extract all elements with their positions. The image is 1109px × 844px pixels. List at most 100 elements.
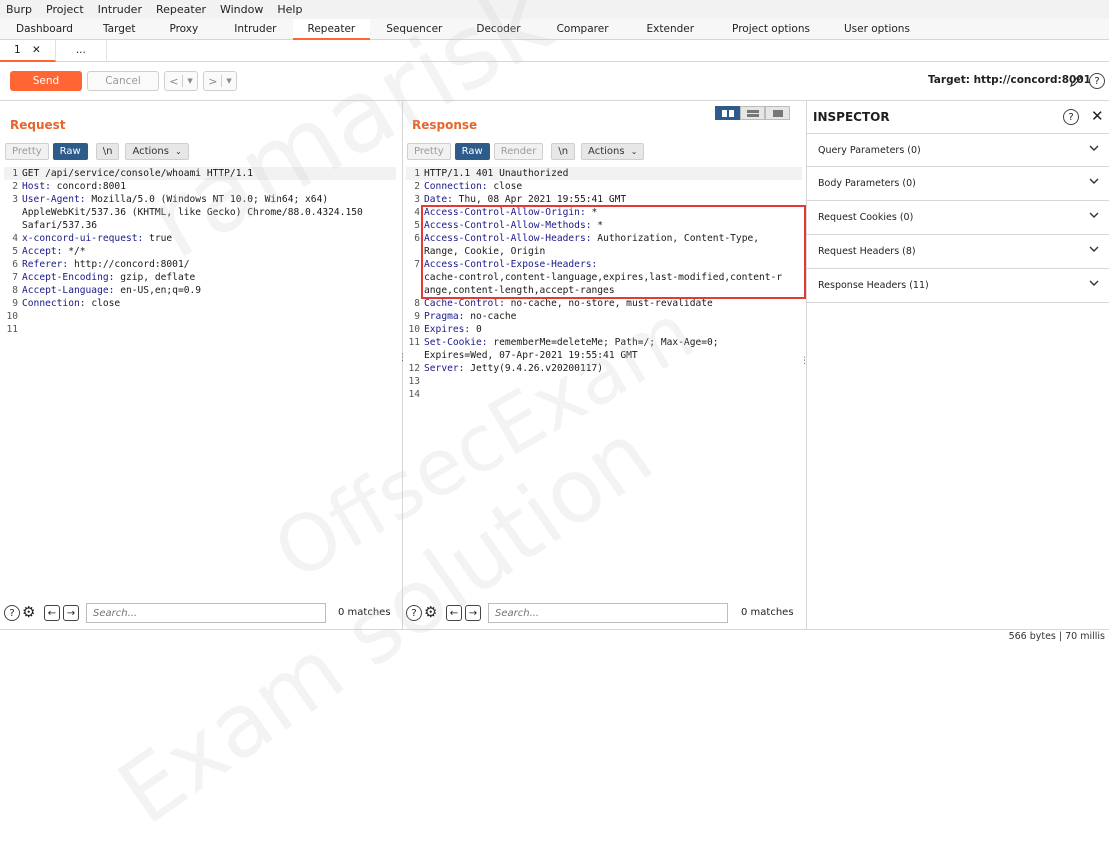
inspector-response-headers[interactable]: Response Headers (11) [807, 269, 1109, 303]
tab-intruder[interactable]: Intruder [218, 19, 292, 40]
tab-decoder[interactable]: Decoder [458, 19, 538, 40]
history-back-button[interactable]: < ▼ [164, 71, 198, 91]
header-value: Jetty(9.4.26.v20200117) [464, 363, 604, 374]
editor-line: 14 [406, 388, 802, 401]
header-name: Date: [424, 194, 453, 205]
menu-help[interactable]: Help [277, 3, 302, 16]
header-value: gzip, deflate [114, 272, 196, 283]
history-forward-button[interactable]: > ▼ [203, 71, 237, 91]
repeater-tab-1[interactable]: 1 ✕ [0, 40, 56, 62]
request-editor[interactable]: 1 GET /api/service/console/whoami HTTP/1.… [4, 167, 396, 336]
section-label: Body Parameters (0) [818, 178, 916, 189]
section-label: Request Cookies (0) [818, 212, 914, 223]
line-number: 4 [414, 207, 420, 218]
repeater-tab-new[interactable]: ... [56, 40, 107, 62]
menu-intruder[interactable]: Intruder [98, 3, 142, 16]
header-value: Expires=Wed, 07-Apr-2021 19:55:41 GMT [424, 350, 638, 361]
section-label: Response Headers (11) [818, 280, 929, 291]
settings-gear-icon[interactable]: ⚙ [424, 603, 437, 621]
raw-button[interactable]: Raw [454, 143, 490, 160]
tab-proxy[interactable]: Proxy [149, 19, 218, 40]
chevron-down-icon: ▼ [226, 77, 232, 85]
line-number: 8 [12, 285, 18, 296]
tab-dashboard[interactable]: Dashboard [0, 19, 89, 40]
raw-button[interactable]: Raw [52, 143, 88, 160]
inspector-query-params[interactable]: Query Parameters (0) [807, 133, 1109, 167]
header-name: Set-Cookie: [424, 337, 488, 348]
line-number: 3 [12, 194, 18, 205]
layout-tabs-icon[interactable] [765, 106, 790, 120]
cancel-button[interactable]: Cancel [87, 71, 159, 91]
tab-repeater[interactable]: Repeater [292, 19, 371, 40]
help-icon[interactable]: ? [1063, 109, 1079, 125]
menu-window[interactable]: Window [220, 3, 263, 16]
tab-sequencer[interactable]: Sequencer [370, 19, 458, 40]
header-value: http://concord:8001/ [68, 259, 190, 270]
tab-user-options[interactable]: User options [828, 19, 926, 40]
chevron-down-icon [1089, 211, 1099, 222]
layout-split-icon[interactable] [715, 106, 740, 120]
menu-project[interactable]: Project [46, 3, 84, 16]
target-label: Target: http://concord:8001 [928, 74, 1091, 86]
help-icon[interactable]: ? [406, 605, 422, 621]
send-button[interactable]: Send [10, 71, 82, 91]
header-name: Connection: [424, 181, 488, 192]
actions-button[interactable]: Actions ⌄ [125, 143, 189, 160]
header-value: Safari/537.36 [22, 220, 98, 231]
line-number: 3 [414, 194, 420, 205]
menu-burp[interactable]: Burp [6, 3, 32, 16]
tab-project-options[interactable]: Project options [714, 19, 828, 40]
next-match-icon[interactable]: → [63, 605, 79, 621]
previous-match-icon[interactable]: ← [446, 605, 462, 621]
settings-gear-icon[interactable]: ⚙ [22, 603, 35, 621]
status-divider [0, 629, 1109, 630]
line-number: 11 [408, 337, 420, 348]
header-value: en-US,en;q=0.9 [114, 285, 202, 296]
menu-repeater[interactable]: Repeater [156, 3, 206, 16]
newline-toggle[interactable]: \n [95, 143, 120, 160]
editor-line: 10 [4, 310, 396, 323]
render-button[interactable]: Render [493, 143, 544, 160]
pretty-button[interactable]: Pretty [407, 143, 451, 160]
request-search-input[interactable] [86, 603, 326, 623]
line-number [406, 245, 420, 258]
actions-label: Actions [132, 146, 169, 157]
header-name: Referer: [22, 259, 69, 270]
help-icon[interactable]: ? [4, 605, 20, 621]
line-text: Accept-Language: en-US,en;q=0.9 [22, 284, 201, 297]
header-name: User-Agent: [22, 194, 86, 205]
tab-extender[interactable]: Extender [627, 19, 715, 40]
response-format-bar: Pretty Raw Render \n Actions ⌄ [407, 143, 645, 160]
inspector-body-params[interactable]: Body Parameters (0) [807, 167, 1109, 201]
previous-match-icon[interactable]: ← [44, 605, 60, 621]
inspector-request-cookies[interactable]: Request Cookies (0) [807, 201, 1109, 235]
chevron-down-icon [1089, 144, 1099, 155]
repeater-toolbar: Send Cancel < ▼ > ▼ Target: http://concord… [0, 62, 1109, 101]
response-search-input[interactable] [488, 603, 728, 623]
inspector-request-headers[interactable]: Request Headers (8) [807, 235, 1109, 269]
layout-toggle [715, 106, 790, 120]
tab-comparer[interactable]: Comparer [539, 19, 627, 40]
chevron-down-icon [1089, 177, 1099, 188]
line-number: 1 [12, 168, 18, 179]
chevron-down-icon [1089, 245, 1099, 256]
next-match-icon[interactable]: → [465, 605, 481, 621]
actions-button[interactable]: Actions ⌄ [581, 143, 645, 160]
help-icon[interactable]: ? [1089, 73, 1105, 89]
newline-toggle[interactable]: \n [551, 143, 576, 160]
close-icon[interactable]: ✕ [32, 44, 41, 56]
header-name: x-concord-ui-request: [22, 233, 144, 244]
section-label: Query Parameters (0) [818, 144, 921, 156]
edit-pencil-icon[interactable] [1068, 73, 1084, 89]
close-icon[interactable]: ✕ [1091, 107, 1104, 125]
editor-line: 2 Host: concord:8001 [4, 180, 396, 193]
request-title: Request [10, 118, 66, 132]
editor-line: 7 Accept-Encoding: gzip, deflate [4, 271, 396, 284]
header-value: Thu, 08 Apr 2021 19:55:41 GMT [452, 194, 627, 205]
editor-line: 13 [406, 375, 802, 388]
pretty-button[interactable]: Pretty [5, 143, 49, 160]
line-text: Referer: http://concord:8001/ [22, 258, 190, 271]
tab-target[interactable]: Target [89, 19, 149, 40]
layout-stacked-icon[interactable] [740, 106, 765, 120]
line-text: Set-Cookie: rememberMe=deleteMe; Path=/;… [424, 336, 719, 349]
